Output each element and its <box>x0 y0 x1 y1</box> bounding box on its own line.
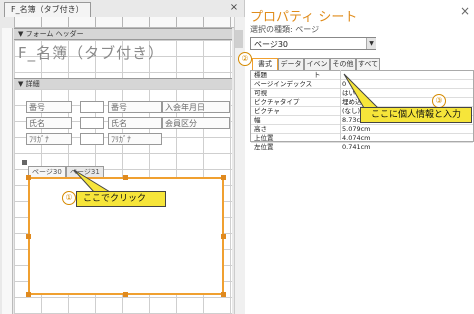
detail-label: 詳細 <box>25 80 40 88</box>
resize-handle[interactable] <box>26 292 31 297</box>
selection-type-label: 選択の種類: ページ <box>250 25 320 34</box>
property-name: 可視 <box>254 89 267 97</box>
property-value[interactable]: 5.079cm <box>342 125 371 133</box>
textbox-furigana[interactable]: ﾌﾘｶﾞﾅ <box>108 133 162 145</box>
label-bango[interactable]: 番号 <box>26 101 72 113</box>
field-shimei-left[interactable] <box>80 117 104 129</box>
section-arrow-icon: ▼ <box>18 30 26 38</box>
property-row[interactable]: 上位置 4.074cm <box>251 134 473 143</box>
chevron-down-icon[interactable]: ▼ <box>366 38 376 49</box>
property-name: 左位置 <box>254 143 274 151</box>
close-icon[interactable]: × <box>460 4 470 18</box>
textbox-shimei[interactable]: 氏名 <box>108 117 162 129</box>
step-3-badge: ③ <box>432 94 446 108</box>
property-row[interactable]: 左位置 0.741cm <box>251 143 473 151</box>
resize-handle[interactable] <box>221 175 226 180</box>
tab-other[interactable]: その他 <box>330 58 356 70</box>
resize-handle[interactable] <box>221 234 226 239</box>
property-value[interactable]: 4.074cm <box>342 134 371 142</box>
callout-1-text: ここでクリック <box>83 194 147 204</box>
object-select[interactable]: ページ30 <box>250 37 376 50</box>
label-furigana[interactable]: ﾌﾘｶﾞﾅ <box>26 133 72 145</box>
label-kaiin[interactable]: 会員区分 <box>162 117 230 129</box>
label-shimei[interactable]: 氏名 <box>26 117 72 129</box>
tab-all[interactable]: すべて <box>356 58 380 70</box>
resize-handle[interactable] <box>221 292 226 297</box>
resize-handle[interactable] <box>26 234 31 239</box>
field-furigana-left[interactable] <box>80 133 104 145</box>
form-header-label: フォーム ヘッダー <box>25 30 84 38</box>
property-name: 幅 <box>254 116 261 124</box>
scrollbar-thumb[interactable] <box>235 30 243 48</box>
property-name: ピクチャ <box>254 107 280 115</box>
textbox-bango[interactable]: 番号 <box>108 101 162 113</box>
property-name: 標題 <box>254 71 267 79</box>
step-2-badge: ② <box>238 52 252 66</box>
form-title-label[interactable]: F_名簿（タブ付き） <box>18 42 164 63</box>
tab-format[interactable]: 書式 <box>252 58 278 70</box>
close-icon[interactable]: × <box>228 2 240 14</box>
document-tab[interactable]: F_名簿（タブ付き） <box>4 2 91 17</box>
field-bango-left[interactable] <box>80 101 104 113</box>
label-nyukai[interactable]: 入会年月日 <box>162 101 230 113</box>
resize-handle[interactable] <box>123 292 128 297</box>
tab-control-selector[interactable] <box>22 160 27 165</box>
property-name: ピクチャタイプ <box>254 98 300 106</box>
callout-click-here: ここでクリック <box>76 191 166 207</box>
form-header-section-bar[interactable]: ▼ フォーム ヘッダー <box>14 28 232 40</box>
section-arrow-icon: ▼ <box>18 80 26 88</box>
property-sheet-title: プロパティ シート <box>250 10 358 25</box>
callout-enter-title: ここに個人情報と入力 <box>360 107 472 123</box>
tab-event[interactable]: イベント <box>304 58 330 79</box>
property-name: 上位置 <box>254 134 274 142</box>
property-name: ページインデックス <box>254 80 313 88</box>
property-value[interactable]: 0.741cm <box>342 143 371 151</box>
property-row[interactable]: 高さ 5.079cm <box>251 125 473 134</box>
resize-handle[interactable] <box>26 175 31 180</box>
vertical-ruler <box>2 28 13 314</box>
callout-pointer <box>343 73 380 109</box>
property-name: 高さ <box>254 125 267 133</box>
tab-data[interactable]: データ <box>278 58 304 70</box>
step-1-badge: ① <box>62 191 76 205</box>
ruler-ticks <box>14 17 234 27</box>
